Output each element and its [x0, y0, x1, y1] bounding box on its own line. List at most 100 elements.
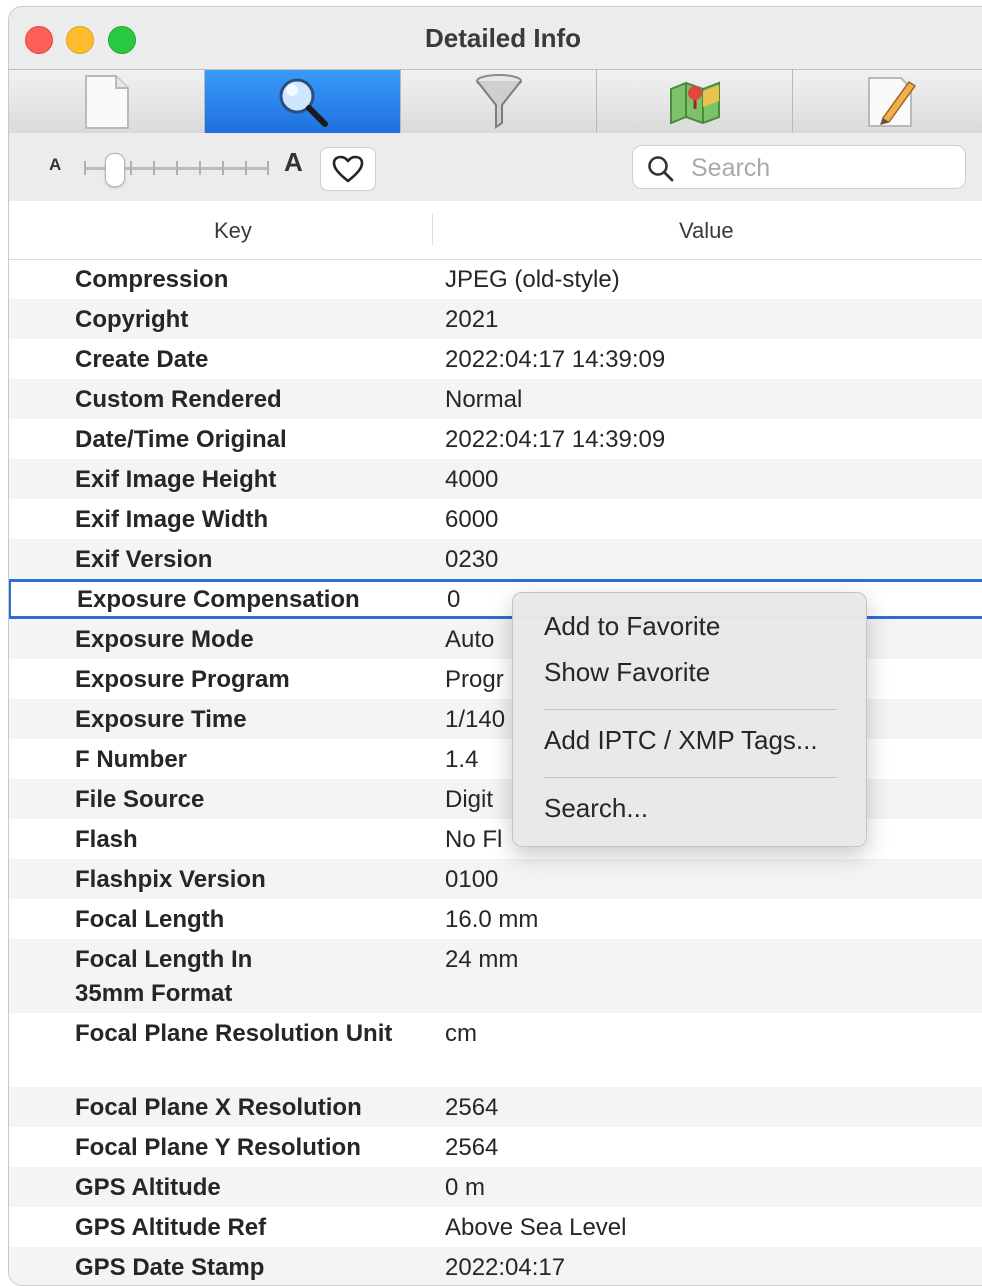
tab-file-info[interactable] [9, 70, 205, 134]
table-row[interactable]: Focal Plane X Resolution 2564 [9, 1087, 982, 1127]
table-row[interactable]: GPS Altitude 0 m [9, 1167, 982, 1207]
row-value: 1/140 [445, 706, 506, 733]
row-key: Focal Plane X Resolution [75, 1094, 362, 1121]
row-key: Flashpix Version [75, 866, 266, 893]
slider-tick [130, 161, 132, 175]
table-row[interactable]: Focal Length In 35mm Format 24 mm [9, 939, 982, 1013]
row-value: cm [445, 1020, 477, 1047]
row-key: Focal Plane Y Resolution [75, 1134, 361, 1161]
favorite-button[interactable] [320, 147, 376, 191]
row-key: File Source [75, 786, 205, 813]
detailed-info-window: Detailed Info A A Search Key Value Compr… [8, 6, 982, 1286]
row-key: GPS Altitude [75, 1174, 221, 1201]
table-row[interactable]: Flashpix Version 0100 [9, 859, 982, 899]
search-field[interactable] [632, 145, 966, 189]
row-value: 2021 [445, 306, 499, 333]
menu-item-search[interactable]: Search... [544, 793, 648, 824]
row-value: 1.4 [445, 746, 479, 773]
table-row[interactable]: GPS Date Stamp 2022:04:17 [9, 1247, 982, 1285]
row-key: Exposure Program [75, 666, 290, 693]
document-icon [84, 75, 129, 129]
column-divider[interactable] [432, 213, 433, 245]
table-row[interactable]: Focal Plane Resolution Unit cm [9, 1013, 982, 1087]
column-header-key[interactable]: Key [214, 218, 252, 244]
row-value: 0100 [445, 866, 499, 893]
row-value: 0230 [445, 546, 499, 573]
row-key: Copyright [75, 306, 189, 333]
row-key: Custom Rendered [75, 386, 282, 413]
row-key: Focal Length In 35mm Format [75, 946, 253, 1007]
table-row[interactable]: Create Date 2022:04:17 14:39:09 [9, 339, 982, 379]
menu-separator [544, 709, 837, 710]
column-header-value[interactable]: Value [679, 218, 734, 244]
row-value: 4000 [445, 466, 499, 493]
font-large-label: A [284, 147, 303, 177]
table-row[interactable]: Custom Rendered Normal [9, 379, 982, 419]
row-value: 0 [447, 586, 461, 613]
row-key: Exif Image Height [75, 466, 277, 493]
font-size-slider[interactable] [84, 153, 274, 187]
row-value: Normal [445, 386, 523, 413]
row-value: Above Sea Level [445, 1214, 627, 1241]
table-row[interactable]: Compression JPEG (old-style) [9, 259, 982, 299]
menu-item-add-to-favorite[interactable]: Add to Favorite [544, 611, 720, 642]
title-bar[interactable]: Detailed Info [9, 7, 982, 69]
row-value: JPEG (old-style) [445, 266, 620, 293]
menu-item-add-iptc-xmp-tags[interactable]: Add IPTC / XMP Tags... [544, 725, 818, 756]
slider-tick [222, 161, 224, 175]
slider-knob[interactable] [105, 153, 125, 187]
row-value: 24 mm [445, 946, 519, 973]
notepad-pencil-icon [867, 77, 916, 127]
toolbar: A A [9, 133, 982, 202]
slider-tick [176, 161, 178, 175]
table-row[interactable]: Exif Image Width 6000 [9, 499, 982, 539]
slider-tick [84, 161, 86, 175]
slider-tick [267, 161, 269, 175]
heart-icon [332, 155, 364, 183]
table-row[interactable]: Date/Time Original 2022:04:17 14:39:09 [9, 419, 982, 459]
row-key: Exif Version [75, 546, 213, 573]
menu-item-show-favorite[interactable]: Show Favorite [544, 657, 710, 688]
table-row[interactable]: Exif Image Height 4000 [9, 459, 982, 499]
context-menu: Add to Favorite Show Favorite Add IPTC / X… [512, 592, 867, 847]
row-key: Focal Length [75, 906, 225, 933]
row-key: F Number [75, 746, 188, 773]
table-row[interactable]: Focal Plane Y Resolution 2564 [9, 1127, 982, 1167]
row-key: GPS Date Stamp [75, 1254, 265, 1281]
row-value: Digit [445, 786, 494, 813]
slider-tick [153, 161, 155, 175]
tab-bar [9, 69, 982, 135]
tab-notes[interactable] [793, 70, 982, 134]
row-value: 2564 [445, 1094, 499, 1121]
tab-map[interactable] [597, 70, 793, 134]
map-icon [669, 81, 720, 125]
row-key: Focal Plane Resolution Unit [75, 1020, 393, 1047]
funnel-icon [475, 74, 522, 129]
row-value: 2022:04:17 14:39:09 [445, 346, 666, 373]
table-row[interactable]: Copyright 2021 [9, 299, 982, 339]
search-icon [648, 156, 674, 182]
row-value: 2564 [445, 1134, 499, 1161]
row-key: Exposure Mode [75, 626, 254, 653]
font-small-label: A [49, 155, 62, 174]
row-key: Flash [75, 826, 138, 853]
tab-detailed-info[interactable] [205, 70, 401, 134]
row-value: 0 m [445, 1174, 486, 1201]
row-key: Create Date [75, 346, 209, 373]
row-key: Date/Time Original [75, 426, 287, 453]
menu-separator [544, 777, 837, 778]
row-value: 2022:04:17 [445, 1254, 566, 1281]
row-value: 16.0 mm [445, 906, 539, 933]
row-key: GPS Altitude Ref [75, 1214, 267, 1241]
row-value: Progr [445, 666, 504, 693]
row-key: Compression [75, 266, 229, 293]
row-key: Exposure Compensation [77, 586, 360, 613]
tab-filter[interactable] [401, 70, 597, 134]
table-row[interactable]: Focal Length 16.0 mm [9, 899, 982, 939]
table-row[interactable]: GPS Altitude Ref Above Sea Level [9, 1207, 982, 1247]
search-input[interactable] [689, 152, 953, 184]
table-header: Key Value [9, 201, 982, 260]
row-value: 2022:04:17 14:39:09 [445, 426, 666, 453]
table-row[interactable]: Exif Version 0230 [9, 539, 982, 579]
slider-tick [199, 161, 201, 175]
